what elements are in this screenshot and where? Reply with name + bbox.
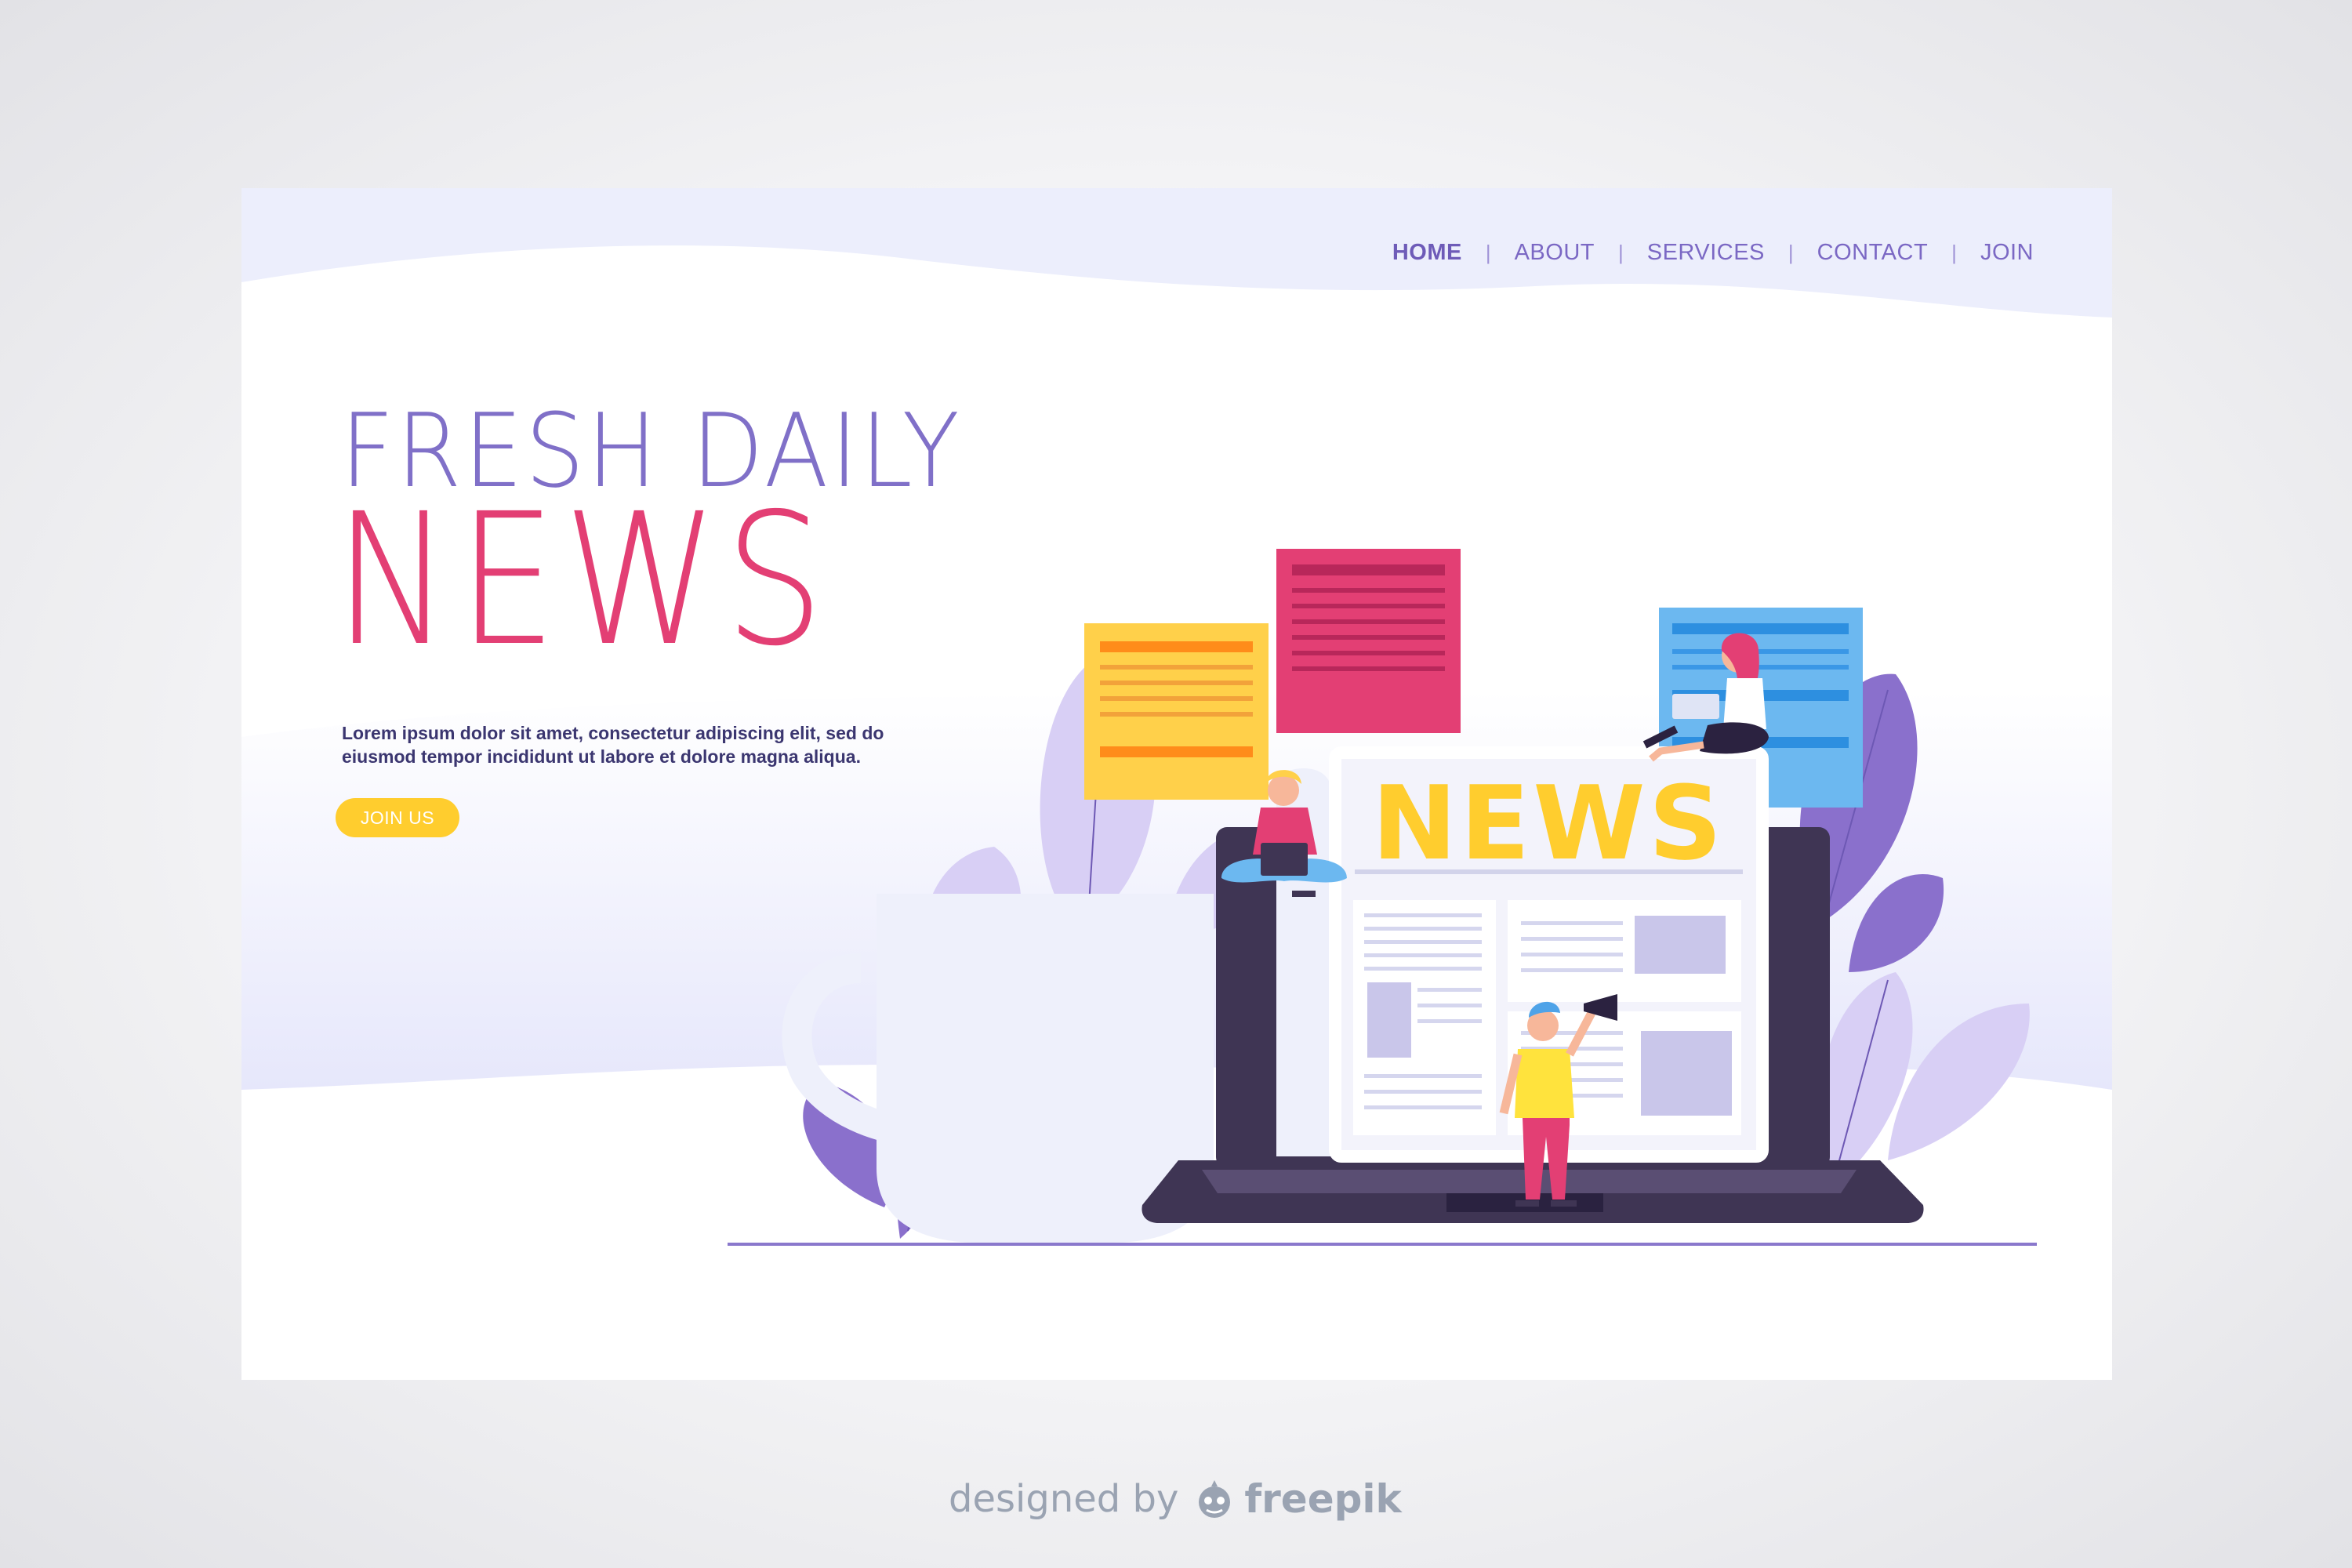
leaf-light [1817, 972, 1913, 1192]
leaf-dark [1849, 874, 1944, 972]
newspaper-headline: NEWS [1372, 764, 1726, 883]
credit-prefix: designed by [949, 1477, 1179, 1521]
credit-brand: freepik [1244, 1476, 1402, 1522]
freepik-logo-icon [1199, 1480, 1231, 1518]
news-illustration: NEWS [728, 549, 2037, 1262]
freepik-credit: designed by freepik [949, 1468, 1419, 1530]
yellow-document [1084, 623, 1269, 800]
landing-page-card: HOME | ABOUT | SERVICES | CONTACT | JOIN… [241, 188, 2112, 1380]
pink-document [1276, 549, 1461, 733]
